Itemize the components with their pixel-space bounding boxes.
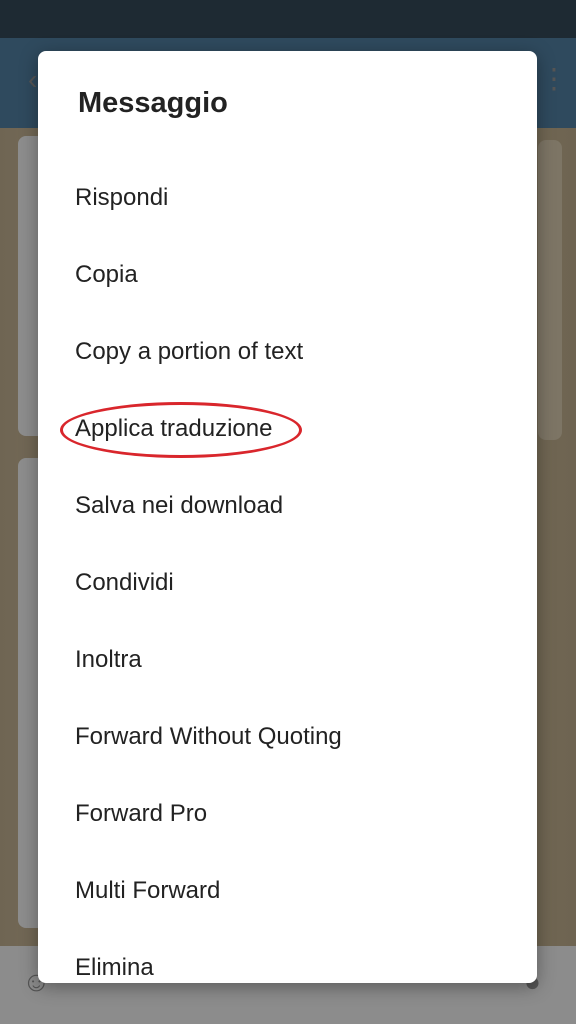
menu-item-copy-portion[interactable]: Copy a portion of text <box>38 313 537 390</box>
dialog-title: Messaggio <box>78 87 228 119</box>
menu-item-apply-translation[interactable]: Applica traduzione <box>38 390 537 467</box>
menu-item-delete[interactable]: Elimina <box>38 929 537 1006</box>
menu-item-save-downloads[interactable]: Salva nei download <box>38 467 537 544</box>
menu-item-multi-forward[interactable]: Multi Forward <box>38 852 537 929</box>
context-menu-list: Rispondi Copia Copy a portion of text Ap… <box>38 159 537 1006</box>
menu-item-copy[interactable]: Copia <box>38 236 537 313</box>
message-bubble <box>538 140 562 440</box>
message-context-dialog: Messaggio Rispondi Copia Copy a portion … <box>38 51 537 983</box>
more-options-icon[interactable]: ⋮ <box>540 62 568 95</box>
menu-item-forward[interactable]: Inoltra <box>38 621 537 698</box>
menu-item-forward-pro[interactable]: Forward Pro <box>38 775 537 852</box>
menu-item-forward-without-quoting[interactable]: Forward Without Quoting <box>38 698 537 775</box>
status-bar <box>0 0 576 38</box>
menu-item-reply[interactable]: Rispondi <box>38 159 537 236</box>
menu-item-share[interactable]: Condividi <box>38 544 537 621</box>
menu-item-apply-translation-label: Applica traduzione <box>75 415 273 442</box>
back-arrow-icon[interactable]: ‹ <box>28 64 37 96</box>
